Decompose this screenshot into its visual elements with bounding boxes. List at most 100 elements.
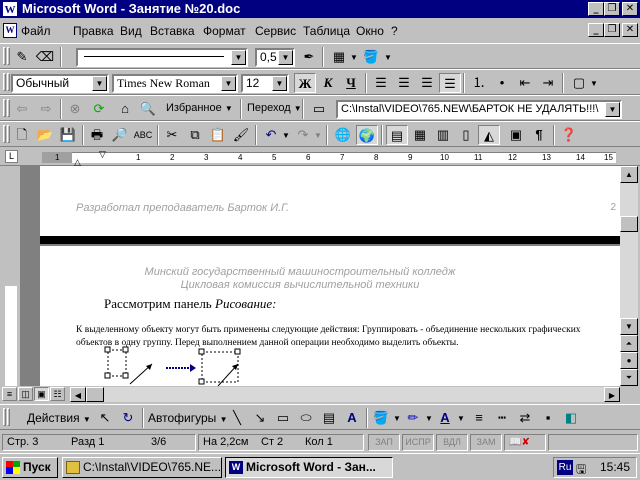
menu-format[interactable]: Формат: [203, 24, 246, 38]
select-browse-object-icon[interactable]: ●: [620, 352, 638, 369]
office-assistant-icon[interactable]: ❓: [558, 125, 580, 145]
tab-selector[interactable]: L: [5, 150, 18, 163]
restore-button[interactable]: ❐: [604, 2, 620, 16]
numbered-list-icon[interactable]: ⒈: [468, 73, 490, 93]
chevron-down-icon[interactable]: ▼: [384, 53, 392, 62]
copy-icon[interactable]: ⧉: [184, 125, 206, 145]
line-width-combo[interactable]: 0,5 ▼: [255, 48, 295, 67]
menu-help[interactable]: ?: [391, 24, 398, 38]
insert-excel-icon[interactable]: ▥: [432, 125, 454, 145]
next-page-icon[interactable]: ⏷: [620, 369, 638, 386]
wordart-icon[interactable]: A: [341, 408, 363, 428]
start-button[interactable]: Пуск: [2, 457, 58, 478]
arrow-icon[interactable]: ↘: [249, 408, 271, 428]
doc-restore-button[interactable]: ❐: [604, 23, 620, 37]
open-folder-icon[interactable]: 📂: [34, 125, 56, 145]
shadow-icon[interactable]: ▪: [537, 408, 559, 428]
justify-icon[interactable]: ☰: [439, 73, 461, 93]
fill-color-icon[interactable]: 🪣: [360, 47, 382, 67]
previous-page-icon[interactable]: ⏶: [620, 335, 638, 352]
hscroll-thumb[interactable]: [86, 387, 104, 402]
hyperlink-icon[interactable]: 🌐: [332, 125, 354, 145]
status-track[interactable]: ИСПР: [402, 434, 434, 451]
menu-view[interactable]: Вид: [120, 24, 142, 38]
eraser-icon[interactable]: ⌫: [34, 47, 56, 67]
refresh-icon[interactable]: ⟳: [88, 99, 110, 119]
toolbar-grip[interactable]: [3, 99, 6, 117]
vertical-scrollbar[interactable]: ▲ ▼ ⏶ ● ⏷: [620, 166, 638, 386]
underline-button[interactable]: Ч: [340, 73, 362, 93]
first-line-indent-marker[interactable]: ▽: [99, 149, 106, 160]
horizontal-scrollbar[interactable]: [70, 387, 620, 402]
tray-app-icon[interactable]: 🖫: [576, 460, 586, 480]
rectangle-icon[interactable]: ▭: [272, 408, 294, 428]
cut-icon[interactable]: ✂: [161, 125, 183, 145]
toolbar-grip[interactable]: [7, 99, 10, 117]
horizontal-ruler[interactable]: L ▽ △ 1 1 2 3 4 5 6 7 8 9 10 11 12 13 14…: [0, 148, 640, 167]
chevron-down-icon[interactable]: ▼: [393, 414, 401, 423]
toolbar-grip[interactable]: [7, 47, 10, 65]
taskbar-item-word[interactable]: W Microsoft Word - Зан...: [225, 457, 393, 478]
undo-icon[interactable]: ↶: [260, 125, 282, 145]
dash-style-icon[interactable]: ┅: [491, 408, 513, 428]
doc-minimize-button[interactable]: _: [588, 23, 604, 37]
toolbar-grip[interactable]: [3, 125, 6, 143]
paste-icon[interactable]: 📋: [207, 125, 229, 145]
toolbar-grip[interactable]: [7, 73, 10, 91]
status-overtype[interactable]: ЗАМ: [470, 434, 502, 451]
columns-icon[interactable]: ▯: [455, 125, 477, 145]
toolbar-grip[interactable]: [7, 125, 10, 143]
minimize-button[interactable]: _: [588, 2, 604, 16]
language-indicator[interactable]: Ru: [557, 460, 573, 475]
drawing-icon[interactable]: ◭: [478, 125, 500, 145]
pencil-icon[interactable]: ✎: [11, 47, 33, 67]
print-layout-view-icon[interactable]: ▣: [34, 387, 49, 401]
normal-view-icon[interactable]: ≡: [2, 387, 17, 401]
menu-file[interactable]: Файл: [21, 24, 51, 38]
outside-border-icon[interactable]: ▢: [568, 73, 590, 93]
scroll-down-arrow-icon[interactable]: ▼: [620, 318, 638, 335]
back-icon[interactable]: ⇦: [11, 99, 33, 119]
select-objects-icon[interactable]: ↖: [94, 408, 116, 428]
menu-table[interactable]: Таблица: [303, 24, 350, 38]
style-combo[interactable]: Обычный ▼: [11, 74, 109, 93]
free-rotate-icon[interactable]: ↻: [117, 408, 139, 428]
search-web-icon[interactable]: 🔍: [137, 99, 159, 119]
arrow-style-icon[interactable]: ⇄: [514, 408, 536, 428]
toolbar-grip[interactable]: [3, 408, 6, 426]
menu-tools[interactable]: Сервис: [255, 24, 296, 38]
home-icon[interactable]: ⌂: [114, 99, 136, 119]
actions-menu[interactable]: Действия ▼: [27, 411, 91, 425]
scroll-thumb[interactable]: [620, 216, 638, 232]
spelling-icon[interactable]: ABC: [132, 125, 154, 145]
scroll-up-arrow-icon[interactable]: ▲: [620, 166, 638, 183]
oval-icon[interactable]: ⬭: [295, 408, 317, 428]
bold-button[interactable]: Ж: [294, 73, 316, 93]
chevron-down-icon[interactable]: ▼: [350, 53, 358, 62]
redo-icon[interactable]: ↷: [292, 125, 314, 145]
word-app-icon[interactable]: W: [2, 1, 18, 17]
close-button[interactable]: ✕: [622, 2, 638, 16]
chevron-down-icon[interactable]: ▼: [278, 50, 293, 65]
text-box-icon[interactable]: ▤: [318, 408, 340, 428]
spelling-status[interactable]: 📖✘: [504, 434, 546, 451]
go-menu[interactable]: Переход ▼: [247, 102, 302, 114]
document-icon[interactable]: W: [3, 23, 17, 38]
insert-table-icon[interactable]: ▦: [409, 125, 431, 145]
format-painter-icon[interactable]: 🖌: [230, 125, 252, 145]
line-style-combo[interactable]: ▼: [76, 48, 248, 67]
chevron-down-icon[interactable]: ▼: [92, 76, 107, 91]
status-extend[interactable]: ВДЛ: [436, 434, 468, 451]
chevron-down-icon[interactable]: ▼: [282, 131, 290, 140]
clock[interactable]: 15:45: [600, 460, 630, 475]
font-combo[interactable]: Times New Roman ▼: [112, 74, 238, 93]
decrease-indent-icon[interactable]: ⇤: [514, 73, 536, 93]
page-previous[interactable]: Разработал преподаватель Барток И.Г. 2: [40, 166, 620, 236]
chevron-down-icon[interactable]: ▼: [314, 131, 322, 140]
bulleted-list-icon[interactable]: •: [491, 73, 513, 93]
align-center-icon[interactable]: ☰: [393, 73, 415, 93]
stop-icon[interactable]: ⊗: [64, 99, 86, 119]
toolbar-grip[interactable]: [3, 73, 6, 91]
save-icon[interactable]: 💾: [57, 125, 79, 145]
line-color-icon[interactable]: ✏: [402, 408, 424, 428]
